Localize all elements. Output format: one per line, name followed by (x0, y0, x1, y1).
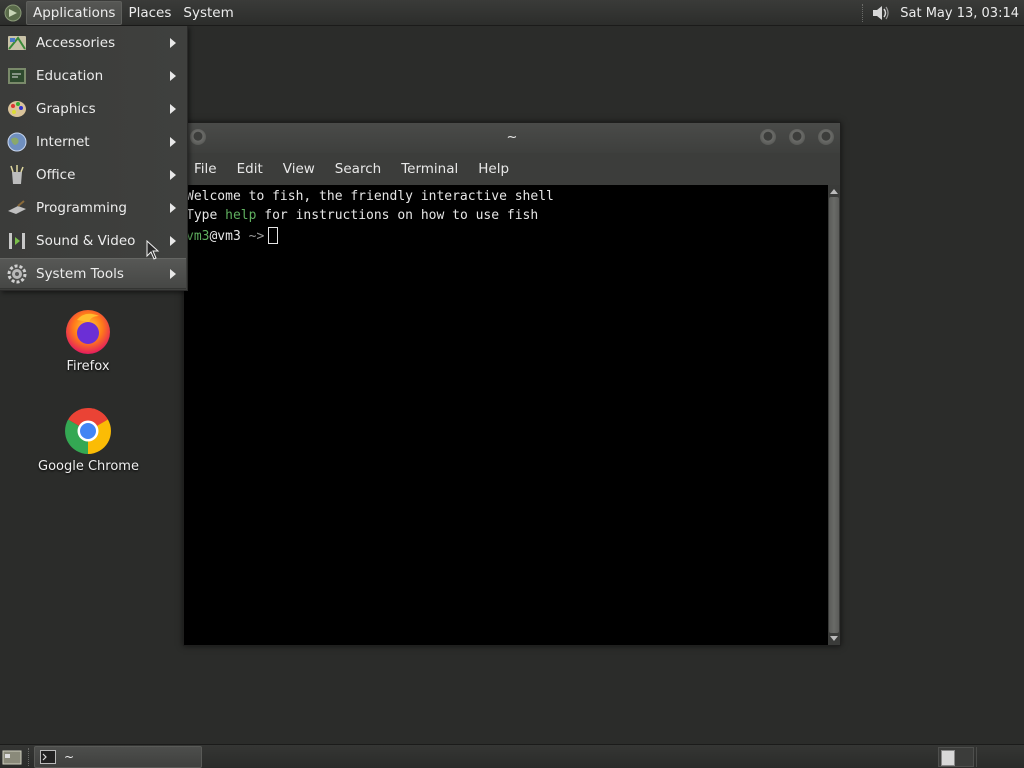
menu-terminal[interactable]: Terminal (391, 161, 468, 177)
text-cursor (268, 227, 279, 244)
menu-item-system-tools[interactable]: System Tools (0, 258, 186, 289)
terminal-output[interactable]: Welcome to fish, the friendly interactiv… (184, 185, 828, 645)
workspace-1[interactable] (938, 747, 974, 767)
programming-icon (8, 199, 26, 214)
prompt-user: vm3 (186, 229, 210, 244)
clock[interactable]: Sat May 13, 03:14 (900, 6, 1019, 21)
scroll-up-arrow-icon[interactable] (830, 189, 838, 194)
terminal-title: ~ (506, 130, 518, 145)
menu-label-office: Office (36, 166, 76, 183)
submenu-arrow-icon (170, 103, 176, 114)
maximize-button[interactable] (789, 129, 805, 145)
menu-file[interactable]: File (184, 161, 227, 177)
menu-item-education[interactable]: Education (0, 60, 186, 91)
submenu-arrow-icon (170, 169, 176, 180)
menu-label-system-tools: System Tools (36, 265, 124, 282)
submenu-arrow-icon (170, 268, 176, 279)
chrome-label: Google Chrome (38, 459, 139, 474)
mouse-pointer-icon (146, 240, 160, 260)
help-command: help (225, 208, 257, 223)
scroll-down-arrow-icon[interactable] (830, 636, 838, 641)
education-icon (8, 67, 26, 84)
top-panel: Applications Places System Sat May 13, 0… (0, 0, 1024, 26)
terminal-scrollbar[interactable] (828, 185, 840, 645)
taskbar-terminal-button[interactable]: ~ (34, 746, 202, 768)
submenu-arrow-icon (170, 70, 176, 81)
menu-label-programming: Programming (36, 199, 127, 216)
distro-logo-icon[interactable] (0, 0, 26, 26)
menu-item-graphics[interactable]: Graphics (0, 93, 186, 124)
sound-video-icon (9, 232, 25, 249)
menu-search[interactable]: Search (325, 161, 391, 177)
close-button[interactable] (818, 129, 834, 145)
accessories-icon (8, 35, 26, 50)
terminal-icon (40, 750, 56, 764)
help-line-post: for instructions on how to use fish (256, 208, 539, 223)
graphics-icon (8, 100, 26, 117)
terminal-window: ~ File Edit View Search Terminal Help We… (183, 122, 841, 646)
menu-label-sound-video: Sound & Video (36, 232, 136, 249)
menu-label-internet: Internet (36, 133, 90, 150)
menu-help[interactable]: Help (468, 161, 519, 177)
submenu-arrow-icon (170, 37, 176, 48)
system-tools-icon (7, 264, 27, 283)
places-menu[interactable]: Places (122, 1, 177, 25)
applications-menu[interactable]: Applications (26, 0, 123, 25)
volume-icon[interactable] (870, 3, 890, 23)
firefox-icon (66, 310, 110, 354)
minimize-button[interactable] (760, 129, 776, 145)
panel-separator (862, 4, 864, 22)
menu-item-accessories[interactable]: Accessories (0, 27, 186, 58)
firefox-label: Firefox (66, 359, 110, 374)
prompt-arrow: ~> (240, 229, 265, 244)
prompt-host: @vm3 (209, 229, 241, 244)
system-menu[interactable]: System (177, 1, 239, 25)
submenu-arrow-icon (170, 202, 176, 213)
welcome-line: Welcome to fish, the friendly interactiv… (186, 189, 554, 204)
menu-item-programming[interactable]: Programming (0, 192, 186, 223)
bottom-panel: ~ (0, 744, 1024, 768)
desktop-icon-firefox[interactable]: Firefox (38, 306, 138, 374)
taskbar-terminal-label: ~ (64, 750, 75, 764)
chrome-icon (65, 408, 111, 454)
submenu-arrow-icon (170, 235, 176, 246)
help-line-pre: Type (186, 208, 226, 223)
terminal-menubar: File Edit View Search Terminal Help (184, 153, 840, 185)
prompt-line: vm3@vm3 ~> (186, 227, 279, 244)
menu-label-education: Education (36, 67, 104, 84)
help-line: Type help for instructions on how to use… (186, 208, 538, 223)
menu-item-internet[interactable]: Internet (0, 126, 186, 157)
internet-icon (7, 132, 27, 151)
menu-label-graphics: Graphics (36, 100, 96, 117)
scrollbar-thumb[interactable] (829, 197, 839, 633)
office-icon (10, 164, 24, 184)
menu-label-accessories: Accessories (36, 34, 116, 51)
desktop-icon-chrome[interactable]: Google Chrome (38, 406, 139, 474)
workspace-2[interactable] (978, 747, 1014, 767)
taskbar-separator (28, 748, 30, 766)
show-desktop-icon[interactable] (2, 748, 22, 766)
menu-item-office[interactable]: Office (0, 159, 186, 190)
submenu-arrow-icon (170, 136, 176, 147)
menu-edit[interactable]: Edit (227, 161, 273, 177)
menu-view[interactable]: View (273, 161, 325, 177)
terminal-titlebar[interactable]: ~ (184, 123, 840, 153)
